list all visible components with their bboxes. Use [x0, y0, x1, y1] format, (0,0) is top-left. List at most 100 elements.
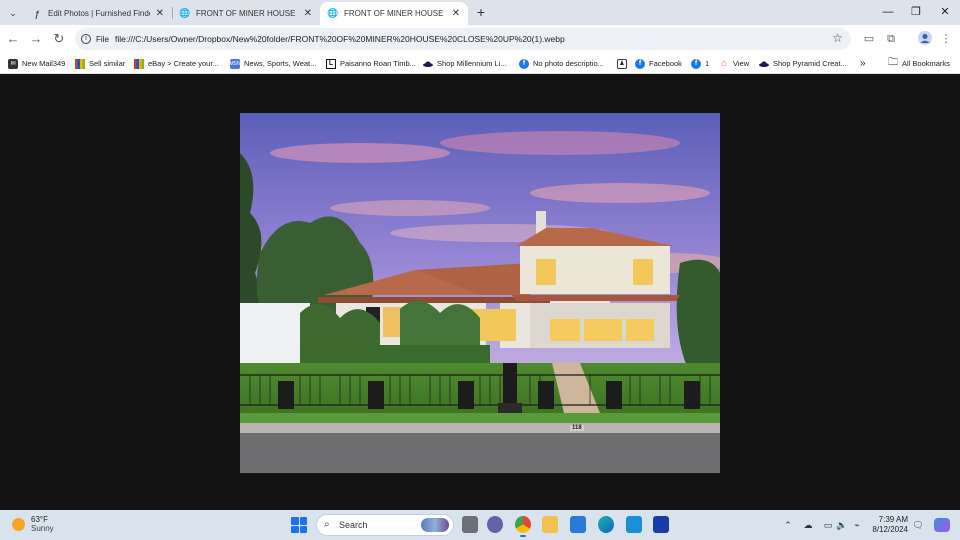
restore-icon: ❐ — [911, 6, 921, 18]
bookmark-shop-pyramid[interactable]: Shop Pyramid Creat... — [759, 56, 847, 71]
file-explorer-icon[interactable] — [542, 516, 558, 533]
tab-title: Edit Photos | Furnished Finder — [48, 9, 150, 18]
facebook-icon: f — [635, 58, 645, 69]
tab-title: FRONT OF MINER HOUSE CLOSE — [344, 9, 446, 18]
bookmark-label: All Bookmarks — [902, 59, 950, 68]
shop-icon — [423, 59, 433, 69]
airbnb-icon: ⌂ — [720, 58, 728, 69]
house-photo: 118 — [240, 113, 720, 473]
bookmark-label: Shop Millennium Li... — [437, 59, 507, 68]
url-text[interactable]: file:///C:/Users/Owner/Dropbox/New%20fol… — [115, 32, 565, 46]
clock-date: 8/12/2024 — [872, 525, 908, 534]
close-icon[interactable]: ✕ — [304, 8, 312, 19]
news-icon: MSN — [229, 58, 241, 69]
calculator-icon[interactable] — [626, 516, 642, 533]
new-tab-button[interactable]: + — [473, 4, 489, 20]
cloud-icon[interactable]: ☁ — [802, 518, 814, 532]
tab-edit-photos[interactable]: ƒ Edit Photos | Furnished Finder ✕ — [24, 2, 172, 25]
close-icon[interactable]: ✕ — [156, 8, 164, 19]
chrome-icon[interactable] — [515, 516, 531, 537]
tab-title: FRONT OF MINER HOUSE CLOSE — [196, 9, 298, 18]
weather-temp: 63°F — [31, 515, 48, 524]
tab-search-button[interactable]: ⌄ — [4, 4, 22, 22]
house-number: 118 — [570, 425, 584, 431]
extensions-icon[interactable]: ⧉ — [883, 31, 899, 47]
bookmark-shop-millennium[interactable]: Shop Millennium Li... — [423, 56, 507, 71]
network-icon[interactable]: ⌁ — [851, 518, 863, 532]
forward-button[interactable]: → — [28, 31, 44, 47]
site-info-chip[interactable]: i File — [81, 32, 109, 46]
bookmark-label: No photo descriptio... — [533, 59, 604, 68]
tab-strip: ⌄ ƒ Edit Photos | Furnished Finder ✕ 🌐 F… — [0, 0, 960, 25]
bookmark-star-icon[interactable]: ☆ — [832, 31, 843, 45]
reload-button[interactable]: ↻ — [51, 31, 67, 47]
weather-condition: Sunny — [31, 524, 54, 533]
bookmark-label: Shop Pyramid Creat... — [773, 59, 847, 68]
close-window-button[interactable]: ✕ — [931, 3, 959, 21]
windows-taskbar: 63°F Sunny ⌕ Search ⌃ ☁ ▭ 🔈 ⌁ 7:39 AM 8/… — [0, 510, 960, 540]
bookmark-ebay-create[interactable]: eBay > Create your... — [134, 56, 219, 71]
more-menu-icon[interactable]: ⋮ — [938, 31, 954, 47]
bookmark-label: New Mail349 — [22, 59, 66, 68]
all-bookmarks-button[interactable]: 🗀 All Bookmarks — [888, 56, 950, 71]
bookmark-no-photo[interactable]: f No photo descriptio... — [519, 56, 604, 71]
info-icon: i — [81, 34, 91, 44]
reading-mode-icon[interactable]: ▭ — [861, 31, 877, 47]
notification-icon[interactable]: 🗨 — [912, 518, 924, 532]
windows-logo-icon — [299, 517, 307, 525]
bookmark-news-sports[interactable]: MSN News, Sports, Weat... — [229, 56, 316, 71]
shop-icon — [759, 59, 769, 69]
image-viewer: 118 — [0, 75, 960, 510]
search-icon: ⌕ — [324, 519, 330, 530]
reload-icon: ↻ — [53, 31, 65, 46]
chevron-down-icon: ⌄ — [9, 7, 17, 18]
facebook-icon: f — [691, 58, 701, 69]
bookmark-label: Facebook — [649, 59, 682, 68]
taskbar-search[interactable]: ⌕ Search — [316, 514, 454, 536]
ebay-icon — [75, 58, 85, 69]
minimize-button[interactable]: — — [874, 3, 902, 21]
back-button[interactable]: ← — [5, 31, 21, 47]
ebay-icon — [134, 58, 144, 69]
bookmark-label: View — [733, 59, 750, 68]
edge-icon[interactable] — [598, 516, 614, 533]
bookmark-label: Paisanno Roan Timb... — [340, 59, 416, 68]
scheme-label: File — [96, 34, 109, 44]
bookmark-facebook-1[interactable]: f 1 — [691, 56, 709, 71]
volume-icon[interactable]: 🔈 — [836, 518, 848, 532]
bookmarks-overflow-button[interactable]: » — [860, 56, 866, 71]
bookmark-figure[interactable]: ♟ — [617, 56, 631, 71]
copilot-icon[interactable] — [934, 518, 950, 532]
bookmark-icon: L — [326, 58, 336, 69]
store-icon[interactable] — [570, 516, 586, 533]
bookmark-view[interactable]: ⌂ View — [719, 56, 749, 71]
start-button[interactable] — [291, 517, 307, 533]
browser-toolbar: ← → ↻ i File file:///C:/Users/Owner/Drop… — [0, 25, 960, 53]
windows-logo-icon — [291, 517, 299, 525]
bookmark-sell-similar[interactable]: Sell similar — [75, 56, 125, 71]
mail-icon: ✉ — [8, 58, 18, 69]
bookmark-new-mail[interactable]: ✉ New Mail349 — [8, 56, 65, 71]
profile-avatar-icon[interactable] — [917, 31, 933, 47]
bookmark-facebook[interactable]: f Facebook — [635, 56, 682, 71]
teams-icon[interactable] — [487, 516, 503, 533]
bookmark-label: 1 — [705, 59, 710, 68]
restore-button[interactable]: ❐ — [902, 3, 930, 21]
app-icon[interactable] — [653, 516, 669, 533]
weather-widget[interactable]: 63°F Sunny — [12, 515, 54, 533]
close-icon: ✕ — [940, 6, 950, 18]
folder-icon: 🗀 — [888, 57, 898, 68]
address-bar[interactable]: i File file:///C:/Users/Owner/Dropbox/Ne… — [75, 28, 851, 50]
windows-logo-icon — [291, 525, 299, 533]
close-icon[interactable]: ✕ — [452, 8, 460, 19]
chevron-up-icon[interactable]: ⌃ — [782, 518, 794, 532]
tab-front-of-miner-house-2[interactable]: 🌐 FRONT OF MINER HOUSE CLOSE ✕ — [320, 2, 468, 25]
windows-logo-icon — [299, 525, 307, 533]
tab-front-of-miner-house-1[interactable]: 🌐 FRONT OF MINER HOUSE CLOSE ✕ — [172, 2, 320, 25]
display-icon[interactable]: ▭ — [822, 518, 834, 532]
minimize-icon: — — [882, 6, 894, 18]
task-view-icon[interactable] — [462, 516, 478, 533]
bookmark-paisanno[interactable]: L Paisanno Roan Timb... — [326, 56, 416, 71]
system-clock[interactable]: 7:39 AM 8/12/2024 — [868, 515, 908, 535]
furnished-finder-icon: ƒ — [34, 8, 40, 19]
